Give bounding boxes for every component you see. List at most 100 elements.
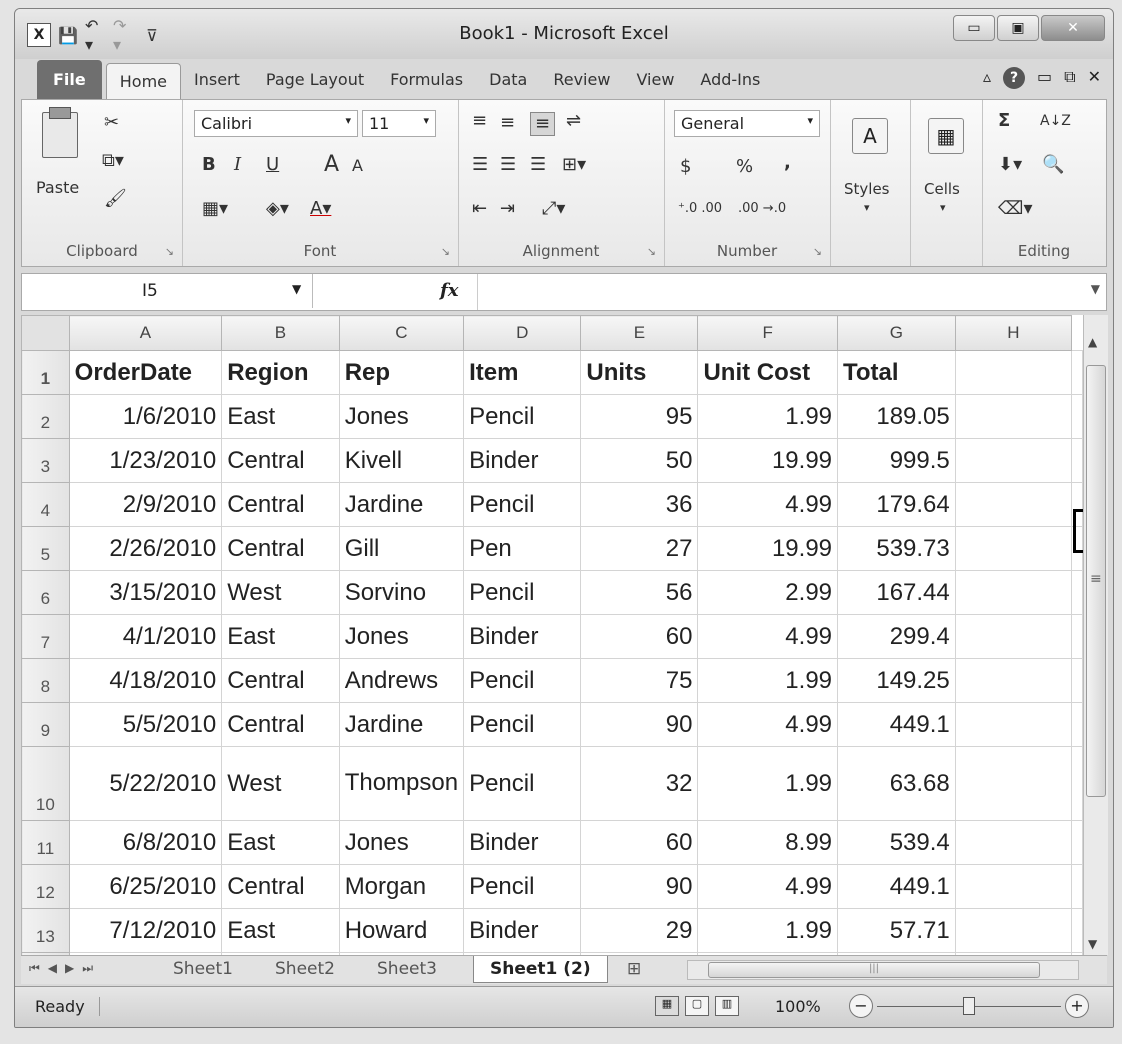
grid-cell[interactable]: 63.68 (837, 746, 956, 821)
row-header[interactable]: 6 (21, 570, 70, 615)
row-header[interactable]: 4 (21, 482, 70, 527)
minimize-ribbon-icon[interactable]: ▵ (983, 67, 991, 89)
paste-icon[interactable] (42, 107, 78, 158)
grid-cell[interactable]: Pen (463, 526, 582, 571)
page-break-view-icon[interactable]: ▥ (715, 996, 739, 1016)
grid-cell[interactable]: East (221, 614, 340, 659)
tab-file[interactable]: File (37, 60, 102, 99)
grid-cell[interactable]: 4.99 (697, 702, 839, 747)
vertical-scrollbar[interactable]: ▲ ≡ ▼ (1083, 315, 1108, 955)
close-button[interactable]: ✕ (1041, 15, 1105, 41)
grid-cell[interactable]: Central (221, 438, 340, 483)
orientation-icon[interactable]: ⤢▾ (542, 200, 565, 218)
workbook-minimize-icon[interactable]: ▭ (1037, 67, 1052, 89)
chevron-down-icon[interactable]: ▾ (864, 202, 870, 213)
column-header[interactable]: G (837, 315, 956, 351)
grid-cell[interactable]: 1.99 (697, 746, 839, 821)
italic-button[interactable]: I (234, 156, 241, 174)
grid-cell[interactable]: 1.99 (697, 394, 839, 439)
grid-cell[interactable]: 19.99 (697, 526, 839, 571)
grid-cell[interactable]: 149.25 (837, 658, 956, 703)
number-format-box[interactable]: General ▾ (674, 110, 820, 137)
clipboard-launcher-icon[interactable]: ↘ (165, 245, 174, 258)
decrease-decimal-button[interactable]: .00 →.0 (738, 202, 786, 215)
maximize-button[interactable]: ▣ (997, 15, 1039, 41)
row-header[interactable]: 11 (21, 820, 70, 865)
font-name-box[interactable]: Calibri ▾ (194, 110, 358, 137)
sheet-tab-sheet2[interactable]: Sheet2 (259, 956, 351, 982)
grid-cell[interactable]: Jardine (338, 482, 465, 527)
copy-icon[interactable]: ⧉▾ (102, 152, 124, 170)
decrease-indent-icon[interactable]: ⇤ (472, 200, 487, 218)
grid-cell[interactable]: OrderDate (68, 350, 223, 395)
sheet-tab-sheet3[interactable]: Sheet3 (361, 956, 453, 982)
insert-function-icon[interactable]: fx (440, 280, 458, 301)
grid-cell[interactable]: Jones (338, 394, 465, 439)
styles-icon[interactable]: A (852, 118, 888, 154)
grid-cell[interactable]: 449.1 (837, 864, 956, 909)
grid-cell[interactable]: Jones (338, 820, 465, 865)
align-right-icon[interactable]: ☰ (530, 156, 546, 174)
vertical-scroll-thumb[interactable]: ≡ (1086, 365, 1106, 797)
worksheet-grid[interactable]: A B C D E F G H 1 OrderDate Region Rep Item U… (21, 315, 1083, 955)
grid-cell[interactable]: 56 (580, 570, 699, 615)
align-center-icon[interactable]: ☰ (500, 156, 516, 174)
column-header[interactable]: E (580, 315, 699, 351)
grid-cell[interactable]: Total (837, 350, 956, 395)
grid-cell[interactable] (1071, 394, 1083, 439)
zoom-out-button[interactable]: − (849, 994, 873, 1018)
grid-cell[interactable]: 6/25/2010 (68, 864, 223, 909)
grid-cell[interactable]: Central (221, 526, 340, 571)
zoom-level[interactable]: 100% (775, 997, 821, 1016)
bold-button[interactable]: B (202, 156, 216, 174)
tab-formulas[interactable]: Formulas (377, 70, 476, 99)
grid-cell[interactable]: Pencil (463, 746, 582, 821)
grid-cell[interactable] (1071, 746, 1083, 821)
grid-cell[interactable]: Rep (338, 350, 465, 395)
align-left-icon[interactable]: ☰ (472, 156, 488, 174)
name-box[interactable]: I5 ▼ (22, 274, 313, 308)
grid-cell[interactable]: Jones (338, 614, 465, 659)
percent-button[interactable]: % (736, 158, 753, 176)
grid-cell[interactable] (954, 570, 1073, 615)
grid-cell[interactable] (1071, 820, 1083, 865)
font-size-box[interactable]: 11 ▾ (362, 110, 436, 137)
grid-cell[interactable] (954, 702, 1073, 747)
grid-cell[interactable]: 32 (580, 746, 699, 821)
grid-cell[interactable]: West (221, 570, 340, 615)
grid-cell[interactable]: Item (463, 350, 582, 395)
grid-cell[interactable]: Units (580, 350, 699, 395)
currency-button[interactable]: $ (680, 158, 691, 176)
column-header[interactable]: C (338, 315, 465, 351)
grid-cell[interactable] (1071, 438, 1083, 483)
grid-cell[interactable]: 999.5 (837, 438, 956, 483)
grid-cell[interactable]: Central (221, 702, 340, 747)
grid-cell[interactable]: 2/9/2010 (68, 482, 223, 527)
grid-cell[interactable]: East (221, 908, 340, 953)
grid-cell[interactable]: Sorvino (338, 570, 465, 615)
grid-cell[interactable]: 299.4 (837, 614, 956, 659)
grid-cell[interactable]: 90 (580, 864, 699, 909)
grid-cell[interactable]: Central (221, 482, 340, 527)
grid-cell[interactable]: 4/18/2010 (68, 658, 223, 703)
row-header[interactable]: 13 (21, 908, 70, 953)
grow-font-button[interactable]: A (324, 154, 339, 176)
increase-indent-icon[interactable]: ⇥ (500, 200, 515, 218)
format-painter-icon[interactable]: 🖌 (104, 190, 127, 208)
workbook-close-icon[interactable]: ✕ (1088, 67, 1101, 89)
grid-cell[interactable] (1071, 658, 1083, 703)
scroll-up-icon[interactable]: ▲ (1088, 335, 1097, 349)
find-select-button[interactable]: 🔍 (1042, 156, 1064, 174)
wrap-text-icon[interactable]: ⇌ (566, 112, 581, 130)
grid-cell[interactable] (954, 394, 1073, 439)
grid-cell[interactable]: 4.99 (697, 614, 839, 659)
grid-cell[interactable]: 8.99 (697, 820, 839, 865)
normal-view-icon[interactable]: ▦ (655, 996, 679, 1016)
grid-cell[interactable]: 75 (580, 658, 699, 703)
tab-review[interactable]: Review (540, 70, 623, 99)
grid-cell[interactable]: 539.4 (837, 820, 956, 865)
sheet-nav-arrows[interactable]: ⏮◀▶⏭ (29, 961, 101, 976)
grid-cell[interactable]: 179.64 (837, 482, 956, 527)
grid-cell[interactable]: 539.73 (837, 526, 956, 571)
grid-cell[interactable]: Central (221, 658, 340, 703)
